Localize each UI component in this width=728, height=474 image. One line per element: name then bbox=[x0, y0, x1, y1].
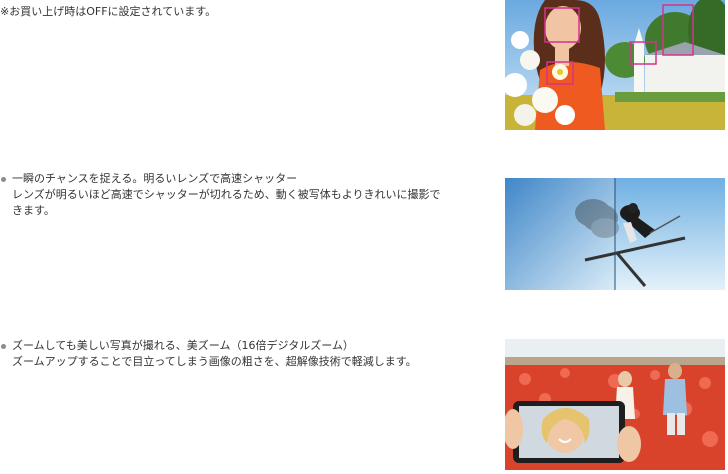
feature-digital-zoom: ズームしても美しい写真が撮れる、美ズーム（16倍デジタルズーム） ズームアップす… bbox=[0, 338, 490, 370]
skier-comparison-photo bbox=[505, 178, 725, 290]
bullet-icon bbox=[1, 177, 6, 182]
skier-illustration bbox=[505, 178, 725, 290]
feature-body-line: レンズが明るいほど高速でシャッターが切れるため、動く被写体もよりきれいに撮影で bbox=[12, 188, 441, 201]
feature-heading: ズームしても美しい写真が撮れる、美ズーム（16倍デジタルズーム） bbox=[12, 339, 354, 352]
zoom-field-photo bbox=[505, 339, 725, 470]
face-detection-photo bbox=[505, 0, 725, 130]
feature-body-line: きます。 bbox=[12, 204, 55, 217]
bullet-icon bbox=[1, 344, 6, 349]
face-detection-illustration bbox=[505, 0, 725, 130]
feature-heading: 一瞬のチャンスを捉える。明るいレンズで高速シャッター bbox=[12, 172, 298, 185]
feature-fast-shutter: 一瞬のチャンスを捉える。明るいレンズで高速シャッター レンズが明るいほど高速でシ… bbox=[0, 171, 490, 219]
settings-note: ※お買い上げ時はOFFに設定されています。 bbox=[0, 5, 217, 18]
zoom-illustration bbox=[505, 339, 725, 470]
feature-body-line: ズームアップすることで目立ってしまう画像の粗さを、超解像技術で軽減します。 bbox=[12, 355, 417, 368]
